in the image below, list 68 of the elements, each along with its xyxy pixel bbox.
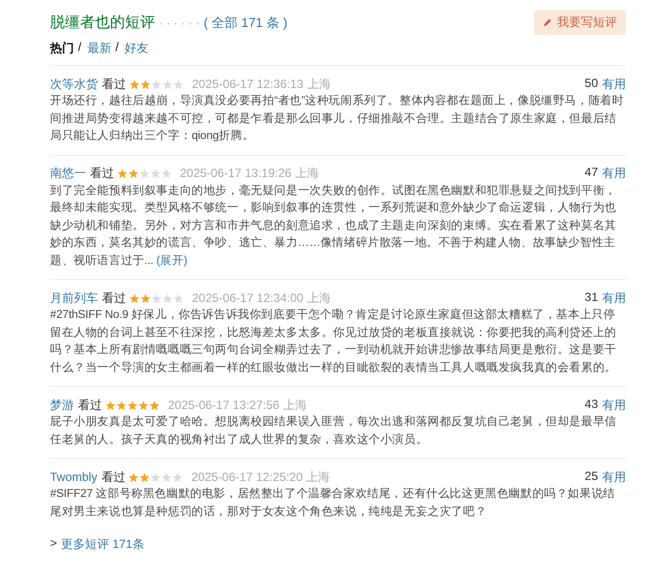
review-time: 2025-06-17 12:34:00 上海 [192, 290, 331, 306]
vote-count: 47 [584, 165, 598, 181]
user-link[interactable]: 次等水货 [50, 76, 98, 92]
star-icon [162, 78, 173, 90]
star-icon [138, 400, 149, 410]
vote-count: 50 [584, 76, 598, 92]
review-time: 2025-06-17 12:36:13 上海 [192, 76, 331, 92]
watch-status: 看过 [90, 165, 114, 182]
star-icon [162, 292, 173, 304]
watch-status: 看过 [78, 396, 102, 414]
star-icon [139, 472, 150, 482]
total-link[interactable]: ( 全部 171 条 ) [204, 14, 288, 32]
star-icon [151, 292, 162, 304]
star-icon [105, 400, 116, 410]
useful-link[interactable]: 有用 [602, 76, 626, 92]
sort-tab[interactable]: 好友 [124, 40, 149, 57]
star-icon [140, 292, 151, 304]
star-icon [140, 78, 151, 90]
user-link[interactable]: 月前列车 [50, 290, 98, 306]
user-link[interactable]: 南悠一 [50, 165, 86, 182]
section-title: 脱缰者也的短评 [50, 12, 155, 32]
star-icon [129, 78, 140, 90]
review-text: #27thSIFF No.9 好保儿，你告诉告诉我你到底要干怎个嘞？肯定是讨论原生家庭但这部太糟糕了，基本上只停留在人物的台词上甚至不往深挖，比怒海差太多太多。你见过放贷的老板直接就说：你要把我的高利贷还上的吗？基本上所有剧情嘅嘅嘅三句两句台词全糊弄过去了，一到动机就开始讲悲惨故事结局更是敷衍。这是要干什么？当一个导演的女主都画着一样的红眼妆做出一样的目眦欲裂的表情当工具人嘅嘅发疯我真的会看累的。 [50, 307, 618, 376]
review-time: 2025-06-17 13:27:56 上海 [168, 396, 307, 414]
star-icon [150, 168, 161, 179]
star-icon [129, 292, 140, 304]
star-icon [128, 472, 140, 482]
useful-link[interactable]: 有用 [602, 468, 626, 486]
star-icon [173, 292, 184, 304]
review-text: 开场还行，越往后越崩，导演真没必要再拍“者也”这种玩闹系列了。整体内容都在题面上，像脱缰野马，随着时间推进局势变得越来越不可控，可都是乍看是那么回事儿，仔细推敲不合理。主题结合了原生家庭，但最后结局只能让人归纳出三个字：qiong折腾。 [50, 93, 625, 144]
star-icon [117, 168, 128, 179]
pencil-icon [543, 18, 552, 26]
sort-tab[interactable]: 最新 [87, 40, 112, 57]
star-icon [127, 400, 138, 410]
star-icon [151, 78, 162, 90]
more-arrow: > [50, 536, 58, 552]
star-icon [116, 400, 127, 410]
vote-count: 31 [584, 290, 598, 306]
useful-link[interactable]: 有用 [602, 396, 626, 414]
write-review-button[interactable]: 我要写短评 [534, 10, 626, 34]
watch-status: 看过 [102, 76, 126, 92]
star-icon [161, 168, 172, 179]
title-dots: · · · · · · [159, 16, 200, 30]
user-link[interactable]: 梦游 [50, 396, 74, 414]
vote-count: 25 [584, 468, 598, 484]
star-icon [149, 400, 160, 410]
review-text: 屁子小朋友真是太可爱了哈哈。想脱离校园结果误入匪营，每次出逃和落网都反复坑自己老舅，但却是最早信任老舅的人。孩子天真的视角衬出了成人世界的复杂，喜欢这个小演员。 [50, 414, 618, 448]
more-reviews-link[interactable]: 更多短评 171条 [61, 536, 144, 553]
user-link[interactable]: Twombly [50, 470, 98, 484]
review-text: #SIFF27 这部号称黑色幽默的电影，居然整出了个温馨合家欢结尾，还有什么比这更黑色幽默的吗？如果说结尾对男主来说也算是种惩罚的话，那对于女友这个角色来说，纯纯是无妄之灾了吧？ [50, 486, 616, 520]
star-icon [173, 78, 184, 90]
vote-count: 43 [584, 396, 598, 412]
sort-tab[interactable]: 热门 [50, 40, 74, 57]
review-time: 2025-06-17 13:19:26 上海 [180, 165, 319, 182]
star-icon [172, 472, 184, 482]
review-text: 到了完全能预料到叙事走向的地步，毫无疑问是一次失败的创作。试图在黑色幽默和犯罪悬疑之间找到平衡，最终却未能实现。类型风格不够统一，影响到叙事的连贯性，一系列荒诞和意外缺少了命运逻辑，人物行为也缺少动机和铺垫。另外，对方言和市井气息的刻意追求，也成了主题走向深刻的束缚。实在看累了这种莫名其妙的东西，莫名其妙的谎言、争吵、逃亡、暴力……像情绪碎片散落一地。不善于构建人物、故事缺少智性主题、视听语言过于... (展开) [50, 183, 618, 268]
watch-status: 看过 [102, 290, 126, 306]
useful-link[interactable]: 有用 [602, 290, 626, 306]
expand-link[interactable]: (展开) [156, 254, 188, 266]
review-time: 2025-06-17 12:25:20 上海 [191, 468, 330, 486]
useful-link[interactable]: 有用 [602, 165, 626, 182]
star-icon [150, 472, 162, 482]
star-icon [128, 168, 139, 179]
star-icon [161, 472, 172, 482]
tab-separator: / [115, 40, 119, 56]
star-icon [139, 168, 150, 179]
tab-separator: / [78, 40, 82, 56]
watch-status: 看过 [101, 468, 126, 486]
